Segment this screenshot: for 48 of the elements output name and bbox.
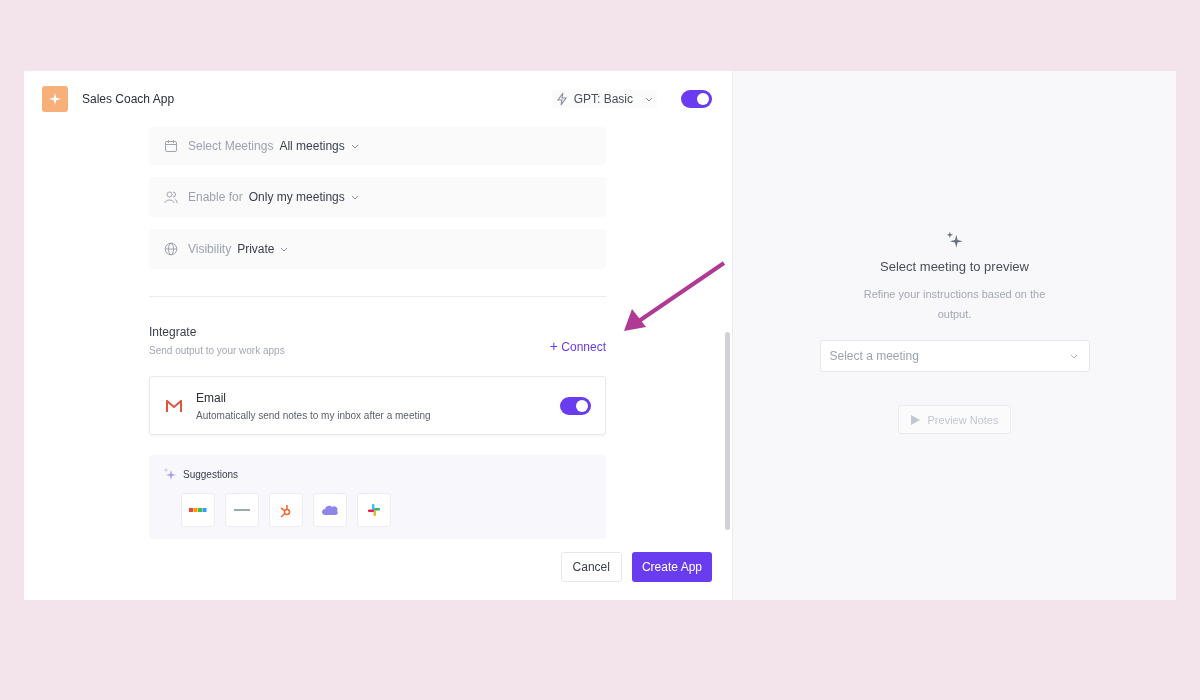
setting-label: Visibility (188, 242, 232, 256)
model-dropdown[interactable]: GPT: Basic (551, 90, 657, 108)
integration-name: Email (196, 390, 227, 405)
cloud-icon (321, 504, 339, 516)
chevron-down-icon (280, 246, 289, 252)
app-tile[interactable] (313, 493, 347, 527)
chevron-down-icon (1069, 354, 1078, 359)
section-subtitle: Send output to your work apps (149, 345, 285, 356)
app-title: Sales Coach App (82, 92, 176, 106)
lightning-icon (555, 92, 568, 106)
calendar-icon (164, 139, 178, 153)
mail-icon (166, 399, 182, 412)
grid-logo-icon (368, 504, 380, 516)
connect-link[interactable]: + Connect (549, 338, 606, 356)
play-icon (910, 414, 920, 425)
app-logo-icon (42, 86, 68, 112)
integration-toggle[interactable] (560, 396, 591, 415)
preview-description: Refine your instructions based on the output. (862, 287, 1047, 322)
setting-label: Enable for (188, 190, 243, 204)
setting-row[interactable]: Select Meetings All meetings (149, 127, 606, 165)
cancel-button[interactable]: Cancel (560, 552, 622, 582)
setting-value: Only my meetings (248, 190, 345, 204)
setting-label: Select Meetings (188, 139, 274, 153)
hub-icon (279, 502, 293, 518)
suggestions-title: Suggestions (183, 468, 239, 480)
app-tile[interactable] (225, 493, 259, 527)
create-app-button[interactable]: Create App (631, 552, 712, 582)
sparkle-icon (163, 467, 177, 481)
section-title: Integrate (149, 325, 198, 339)
setting-value: Private (237, 242, 275, 256)
scrollbar[interactable] (725, 332, 730, 530)
app-tile[interactable] (357, 493, 391, 527)
preview-title: Select meeting to preview (880, 259, 1029, 274)
meeting-select[interactable]: Select a meeting (819, 340, 1090, 372)
integration-description: Automatically send notes to my inbox after a meeting (196, 409, 432, 421)
setting-value: All meetings (279, 139, 345, 153)
setting-row[interactable]: Enable for Only my meetings (149, 177, 606, 217)
setting-row[interactable]: Visibility Private (149, 229, 606, 269)
chevron-down-icon (350, 194, 359, 200)
app-tile[interactable] (181, 493, 215, 527)
app-tile[interactable] (269, 493, 303, 527)
chevron-down-icon (350, 143, 359, 149)
sparkle-icon (945, 231, 964, 249)
globe-icon (164, 242, 178, 256)
multicolor-logo-icon (189, 507, 207, 513)
chevron-down-icon (645, 96, 653, 102)
enable-toggle[interactable] (681, 90, 712, 108)
people-icon (164, 190, 178, 204)
